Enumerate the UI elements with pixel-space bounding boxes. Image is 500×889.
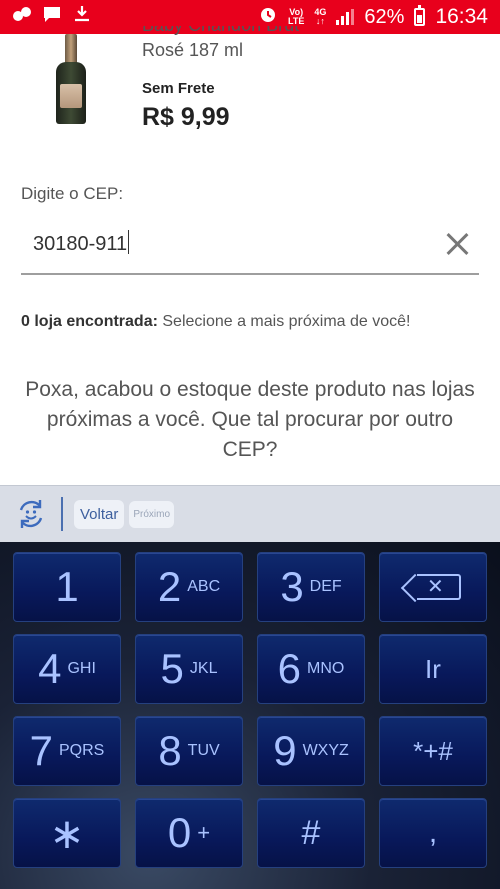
- shipping-label: Sem Frete: [142, 80, 215, 97]
- clear-icon[interactable]: [445, 232, 469, 256]
- key-1[interactable]: 1: [13, 552, 121, 622]
- cep-input[interactable]: 30180-911: [21, 218, 479, 275]
- battery-icon: [414, 5, 426, 26]
- key-asterisk[interactable]: ∗: [13, 798, 121, 868]
- status-bar-left: [12, 4, 92, 30]
- text-cursor: [128, 230, 130, 254]
- stores-count: 0 loja encontrada:: [21, 313, 158, 330]
- key-3[interactable]: 3 DEF: [257, 552, 365, 622]
- toolbar-divider: [61, 497, 63, 531]
- key-5[interactable]: 5 JKL: [135, 634, 243, 704]
- cep-label: Digite o CEP:: [21, 184, 124, 203]
- key-8[interactable]: 8 TUV: [135, 716, 243, 786]
- key-hash[interactable]: #: [257, 798, 365, 868]
- network-indicator: 4G ↓↑: [314, 7, 327, 26]
- message-icon: [42, 5, 62, 29]
- backspace-icon: ✕: [417, 574, 461, 600]
- stores-found-message: 0 loja encontrada: Selecione a mais próx…: [21, 311, 461, 333]
- signal-strength-icon: [336, 9, 355, 25]
- back-button[interactable]: Voltar: [74, 499, 125, 529]
- next-button[interactable]: Próximo: [129, 500, 175, 528]
- key-6[interactable]: 6 MNO: [257, 634, 365, 704]
- volte-indicator: Vo) LTE: [288, 7, 305, 26]
- download-icon: [72, 4, 92, 30]
- key-0[interactable]: 0 +: [135, 798, 243, 868]
- keyboard-toolbar: Voltar Próximo: [0, 485, 500, 542]
- key-2[interactable]: 2 ABC: [135, 552, 243, 622]
- key-symbols[interactable]: *+#: [379, 716, 487, 786]
- key-go[interactable]: Ir: [379, 634, 487, 704]
- key-backspace[interactable]: ✕: [379, 552, 487, 622]
- numeric-keyboard: 1 2 ABC 3 DEF ✕ 4 GHI 5 JKL 6 MNO Ir 7 PQRS 8T…: [0, 542, 500, 889]
- key-comma[interactable]: ,: [379, 798, 487, 868]
- out-of-stock-message: Poxa, acabou o estoque deste produto nas…: [25, 378, 475, 461]
- product-image: [56, 34, 86, 124]
- notification-app-icon: [12, 5, 32, 29]
- stores-hint: Selecione a mais próxima de você!: [157, 313, 411, 330]
- battery-percent: 62%: [364, 5, 405, 28]
- product-price: R$ 9,99: [142, 103, 230, 131]
- key-9[interactable]: 9 WXYZ: [257, 716, 365, 786]
- keyboard-emoji-refresh-icon[interactable]: [13, 496, 49, 532]
- clock: 16:34: [435, 5, 488, 28]
- key-4[interactable]: 4 GHI: [13, 634, 121, 704]
- product-summary: Baby Chandon Brut Rosé 187 ml Sem Frete …: [0, 26, 500, 144]
- product-name: Baby Chandon Brut Rosé 187 ml: [142, 26, 299, 60]
- cep-input-value[interactable]: 30180-911: [33, 230, 130, 256]
- key-7[interactable]: 7 PQRS: [13, 716, 121, 786]
